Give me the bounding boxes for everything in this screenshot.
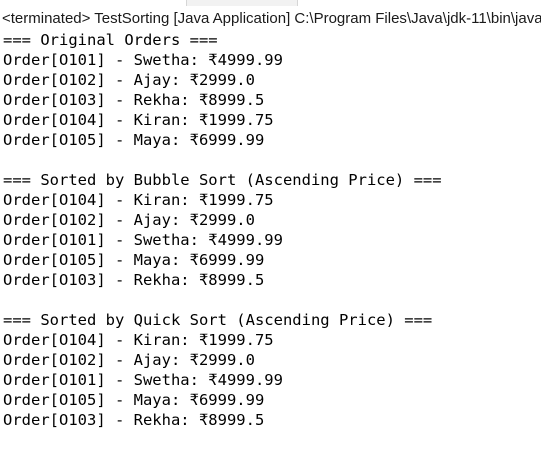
console-line: Order[O102] - Ajay: ₹2999.0 (3, 71, 255, 89)
console-line: Order[O103] - Rekha: ₹8999.5 (3, 91, 265, 109)
console-view: <terminated> TestSorting [Java Applicati… (0, 0, 541, 463)
console-line: Order[O101] - Swetha: ₹4999.99 (3, 51, 283, 69)
console-line: Order[O103] - Rekha: ₹8999.5 (3, 411, 265, 429)
console-line: Order[O105] - Maya: ₹6999.99 (3, 391, 265, 409)
console-line: Order[O105] - Maya: ₹6999.99 (3, 251, 265, 269)
console-line: === Sorted by Bubble Sort (Ascending Pri… (3, 171, 442, 189)
console-line: Order[O105] - Maya: ₹6999.99 (3, 131, 265, 149)
console-line: Order[O103] - Rekha: ₹8999.5 (3, 271, 265, 289)
console-line: Order[O102] - Ajay: ₹2999.0 (3, 351, 255, 369)
console-line: Order[O104] - Kiran: ₹1999.75 (3, 331, 274, 349)
console-line: === Original Orders === (3, 31, 218, 49)
console-process-label: <terminated> TestSorting [Java Applicati… (2, 10, 541, 27)
console-line: Order[O104] - Kiran: ₹1999.75 (3, 191, 274, 209)
console-line: Order[O101] - Swetha: ₹4999.99 (3, 231, 283, 249)
console-line: Order[O102] - Ajay: ₹2999.0 (3, 211, 255, 229)
console-output[interactable]: === Original Orders === Order[O101] - Sw… (3, 30, 539, 430)
editor-tab-strip (0, 0, 541, 6)
console-line: Order[O101] - Swetha: ₹4999.99 (3, 371, 283, 389)
console-line: === Sorted by Quick Sort (Ascending Pric… (3, 311, 433, 329)
console-line: Order[O104] - Kiran: ₹1999.75 (3, 111, 274, 129)
editor-tab[interactable] (186, 0, 298, 6)
